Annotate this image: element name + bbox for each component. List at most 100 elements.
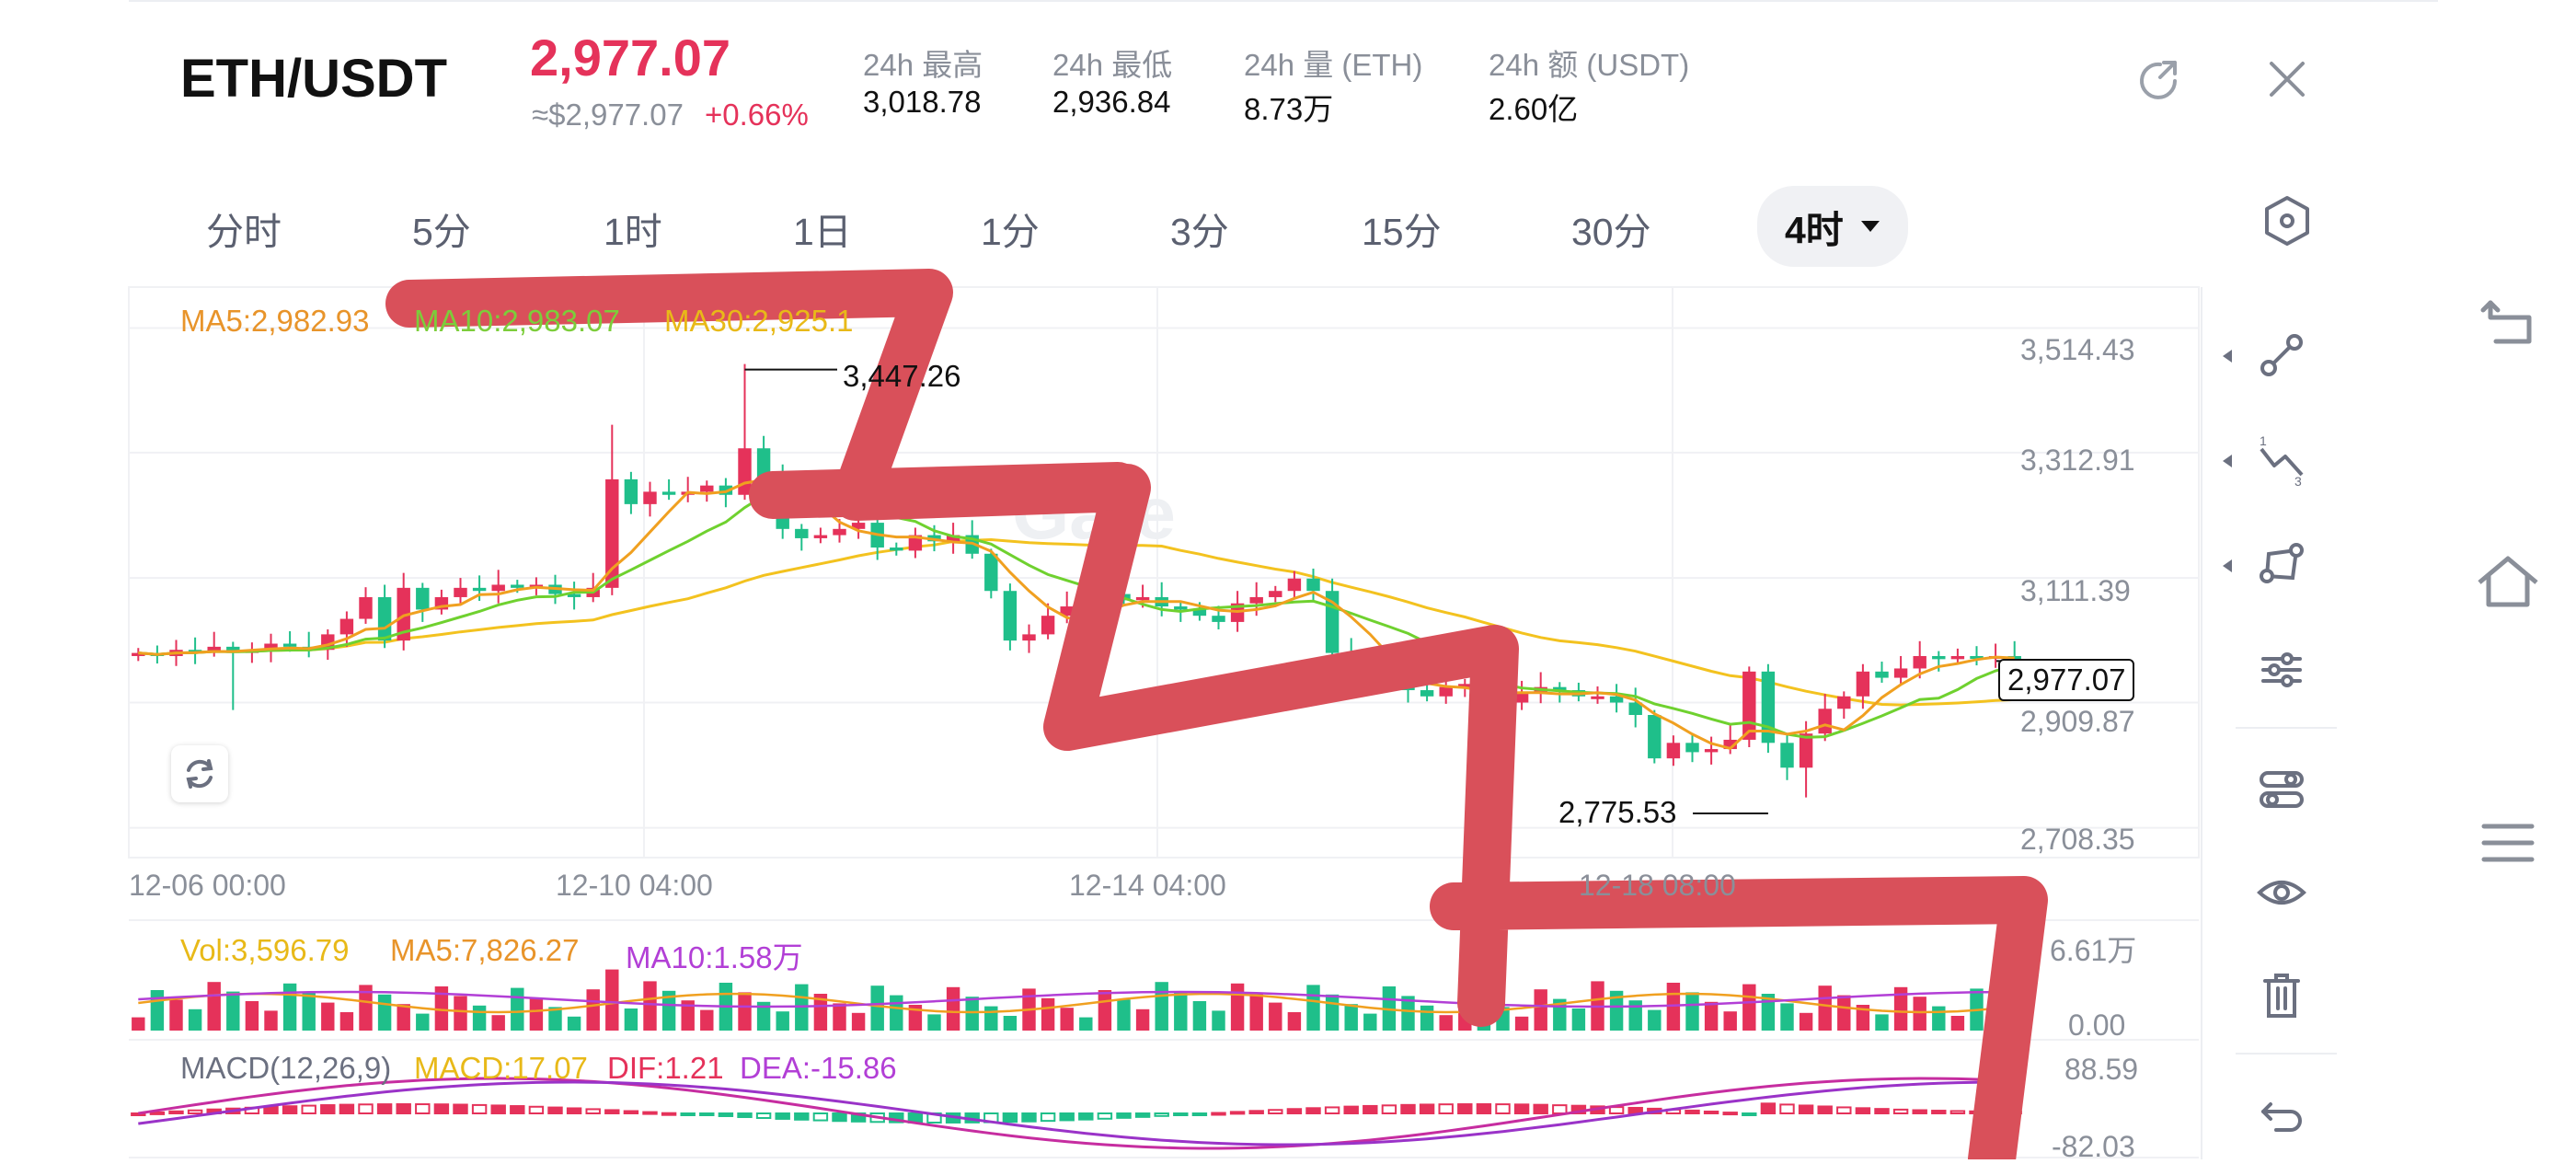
line-tool-icon[interactable] (2245, 318, 2318, 392)
volume-bar (511, 987, 524, 1031)
volume-bar (1780, 1003, 1794, 1031)
volume-bar (472, 1005, 487, 1031)
macd-bar (1116, 1112, 1132, 1119)
trash-icon[interactable] (2245, 959, 2318, 1032)
macd-bar (1191, 1112, 1208, 1116)
chart-reset-button[interactable] (171, 745, 228, 802)
macd-bar (301, 1104, 316, 1115)
expand-arrow-icon[interactable] (2221, 348, 2234, 364)
macd-axis-top: 88.59 (2064, 1053, 2139, 1086)
macd-bar (1097, 1112, 1113, 1120)
home-nav-icon[interactable] (2471, 547, 2545, 620)
macd-bar (1400, 1103, 1416, 1114)
macd-bar (1703, 1110, 1719, 1115)
macd-bar (168, 1110, 184, 1114)
volume-ma10-legend: MA10:1.58万 (626, 940, 803, 974)
macd-bar (737, 1112, 753, 1119)
volume-legend: Vol:3,596.79 (180, 933, 350, 967)
volume-bar (1628, 1000, 1642, 1031)
volume-bar (567, 1016, 581, 1031)
eye-icon[interactable] (2245, 856, 2318, 929)
candle-body (511, 584, 524, 588)
volume-bar (1306, 985, 1320, 1031)
volume-bar (1723, 1011, 1737, 1031)
back-nav-icon[interactable] (2471, 285, 2545, 359)
macd-bar (1608, 1106, 1625, 1115)
volume-bar (1117, 999, 1131, 1031)
indicator-settings-icon[interactable] (2245, 633, 2318, 707)
volume-bar (1799, 1012, 1813, 1031)
candle-body (1932, 655, 1946, 660)
volume-bar (491, 1015, 505, 1031)
volume-bar (454, 996, 467, 1031)
candle-body (454, 587, 467, 597)
candle-body (1648, 715, 1662, 759)
candle-body (359, 596, 373, 619)
volume-bar (851, 1012, 866, 1031)
low-price-annotation: 2,775.53 (1558, 795, 1677, 829)
volume-bar (833, 1003, 846, 1031)
macd-bar (1021, 1112, 1037, 1123)
volume-bar (1325, 994, 1340, 1031)
volume-bar (946, 986, 960, 1031)
time-axis-label: 12-14 04:00 (1069, 869, 1226, 902)
candle-body (1837, 696, 1851, 709)
volume-bar (377, 994, 392, 1031)
menu-nav-icon[interactable] (2471, 806, 2545, 880)
volume-bar (1932, 1006, 1946, 1031)
macd-bar (1760, 1102, 1777, 1115)
kline-chart[interactable]: Gate (0, 0, 2576, 1159)
macd-bars (131, 1102, 2022, 1124)
candle-body (1041, 616, 1055, 635)
macd-bar (1855, 1107, 1871, 1114)
macd-bar (1305, 1107, 1321, 1115)
fibonacci-tool-icon[interactable]: 13 (2245, 423, 2318, 497)
volume-bar (150, 990, 165, 1031)
volume-bar (1571, 1008, 1586, 1031)
candle-body (1666, 743, 1681, 759)
macd-bar (453, 1103, 468, 1115)
tool-divider (2236, 727, 2337, 729)
volume-bar (1003, 1016, 1018, 1031)
dea-value: DEA:-15.86 (740, 1051, 897, 1085)
volume-axis-top: 6.61万 (2050, 934, 2137, 967)
macd-bar (547, 1106, 563, 1115)
candle-body (1704, 749, 1719, 753)
expand-arrow-icon[interactable] (2221, 558, 2234, 574)
candle-body (813, 535, 828, 538)
candle-body (1269, 591, 1282, 597)
high-price-annotation: 3,447.26 (843, 359, 961, 393)
volume-bar (302, 993, 316, 1031)
volume-bar (870, 985, 884, 1031)
refresh-icon (186, 759, 213, 789)
volume-bar (1155, 982, 1168, 1031)
volume-bar (1135, 1008, 1150, 1031)
shape-tool-icon[interactable] (2245, 528, 2318, 602)
macd-value: MACD:17.07 (414, 1051, 588, 1085)
macd-bar (1134, 1112, 1151, 1118)
macd-bar (415, 1103, 431, 1114)
expand-arrow-icon[interactable] (2221, 453, 2234, 469)
toggle-settings-icon[interactable] (2245, 753, 2318, 826)
volume-bar (1742, 984, 1756, 1031)
undo-icon[interactable] (2245, 1078, 2318, 1152)
dif-value: DIF:1.21 (607, 1051, 724, 1085)
price-axis-label: 2,909.87 (2020, 705, 2135, 738)
volume-bar (397, 1004, 410, 1031)
price-axis-label: 3,514.43 (2020, 333, 2135, 366)
candle-body (1780, 743, 1794, 768)
volume-bar (605, 969, 619, 1031)
scribble-path (749, 462, 1142, 519)
macd-bar (718, 1112, 734, 1117)
macd-bar (1798, 1104, 1814, 1115)
macd-bar (1495, 1103, 1511, 1115)
macd-bar (1211, 1112, 1226, 1116)
volume-bar (1098, 990, 1112, 1031)
candle-body (1439, 686, 1453, 697)
volume-bar (586, 989, 600, 1031)
volume-bar (1363, 1013, 1377, 1031)
last-price-tag: 2,977.07 (1998, 659, 2135, 701)
macd-bar (1685, 1109, 1700, 1115)
macd-bar (1931, 1110, 1947, 1115)
volume-bar (624, 1008, 638, 1031)
